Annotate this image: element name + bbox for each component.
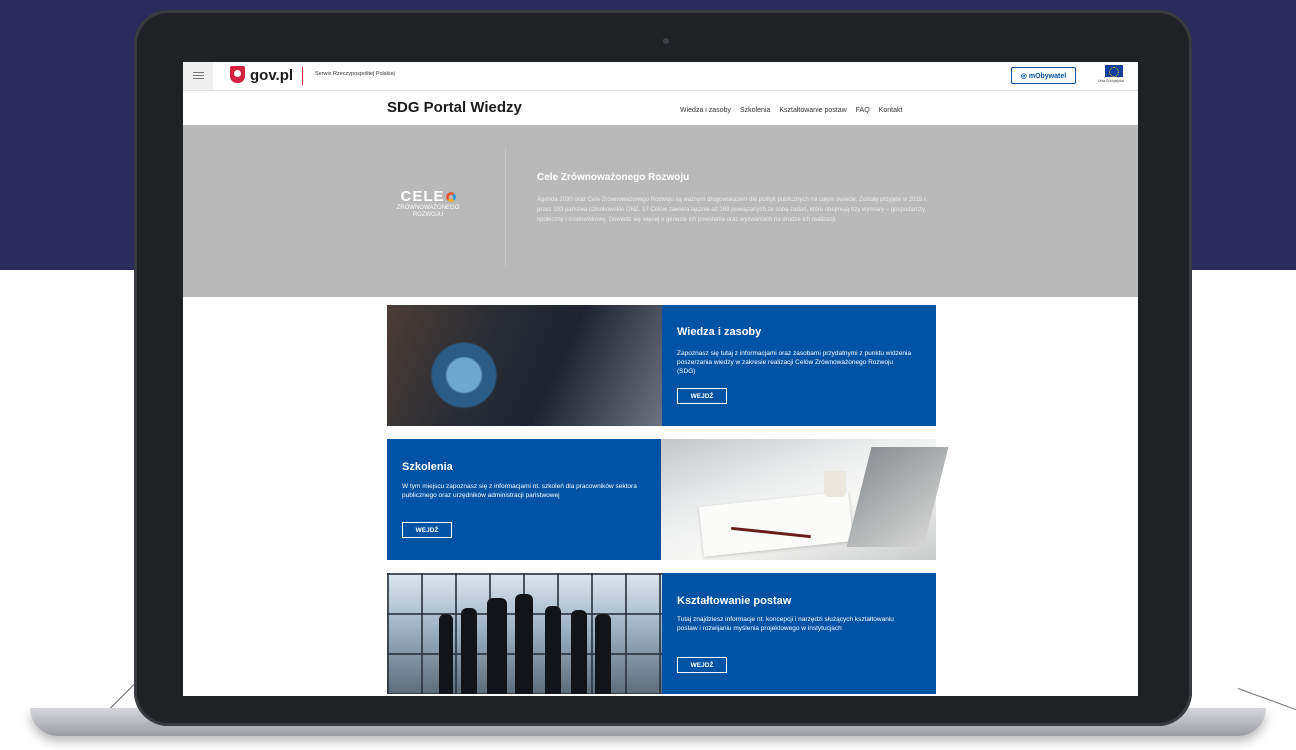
menu-button[interactable] (183, 62, 213, 90)
hero-title: Cele Zrównoważonego Rozwoju (537, 172, 690, 183)
sdg-logo-sub-1: ZRÓWNOWAŻONEGO (396, 205, 460, 211)
nav-faq[interactable]: FAQ (856, 107, 870, 114)
silhouette (461, 608, 477, 694)
polish-eagle-emblem-icon (230, 66, 245, 83)
eu-flag-icon (1105, 65, 1123, 77)
silhouette (571, 610, 587, 694)
card-text: W tym miejscu zapoznasz się z informacja… (402, 483, 637, 499)
card-wiedza-i-zasoby: Wiedza i zasoby Zapoznasz się tutaj z in… (387, 305, 936, 426)
laptop-screen: gov.pl Serwis Rzeczypospolitej Polskiej … (183, 62, 1138, 696)
sdg-wheel-icon (445, 192, 456, 202)
nav-wiedza-i-zasoby[interactable]: Wiedza i zasoby (680, 107, 731, 114)
silhouette (545, 606, 561, 694)
sdg-logo-word: CELE (400, 188, 445, 205)
main-nav: Wiedza i zasoby Szkolenia Kształtowanie … (680, 107, 902, 114)
card-enter-button[interactable]: WEJDŹ (677, 657, 727, 673)
card-image-team (387, 573, 662, 694)
hero-text: Agenda 2030 oraz Cele Zrównoważonego Roz… (537, 197, 928, 223)
silhouette (487, 598, 507, 694)
portal-header: SDG Portal Wiedzy Wiedza i zasoby Szkole… (183, 91, 1138, 125)
gov-tagline: Serwis Rzeczypospolitej Polskiej (315, 71, 395, 77)
decorative-line-right (1237, 688, 1296, 711)
mobywatel-icon: ◎ (1020, 73, 1029, 80)
laptop-shape (846, 447, 949, 547)
card-image-globe (387, 305, 662, 426)
eu-label: Unia Europejska (1098, 79, 1124, 83)
card-title: Wiedza i zasoby (677, 326, 762, 338)
gov-pl-logo[interactable]: gov.pl (250, 67, 293, 84)
card-enter-button[interactable]: WEJDŹ (677, 388, 727, 404)
card-text: Zapoznasz się tutaj z informacjami oraz … (677, 350, 912, 375)
hamburger-line (193, 75, 204, 76)
hamburger-line (193, 78, 204, 79)
silhouette (439, 614, 453, 694)
card-szkolenia: Szkolenia W tym miejscu zapoznasz się z … (387, 439, 949, 560)
portal-title[interactable]: SDG Portal Wiedzy (387, 99, 522, 116)
nav-szkolenia[interactable]: Szkolenia (740, 107, 770, 114)
hamburger-line (193, 72, 204, 73)
mobywatel-label: mObywatel (1028, 73, 1067, 80)
sdg-logo-sub-2: ROZWOJU (412, 212, 444, 218)
card-title: Kształtowanie postaw (677, 595, 792, 607)
nav-ksztaltowanie-postaw[interactable]: Kształtowanie postaw (779, 107, 846, 114)
card-title: Szkolenia (402, 461, 453, 473)
paper-shape (698, 491, 854, 557)
nav-kontakt[interactable]: Kontakt (879, 107, 903, 114)
card-enter-button[interactable]: WEJDŹ (402, 522, 452, 538)
silhouette (515, 594, 533, 694)
mobywatel-button[interactable]: ◎ mObywatel (1011, 67, 1076, 84)
logo-separator (302, 67, 303, 85)
card-text: Tutaj znajdziesz informacje nt. koncepcj… (677, 616, 894, 632)
silhouette (595, 614, 611, 694)
hero-banner: CELE ZRÓWNOWAŻONEGO ROZWOJU Cele Zrównow… (183, 125, 1138, 297)
gov-top-bar: gov.pl Serwis Rzeczypospolitej Polskiej … (183, 62, 1138, 91)
card-image-desk (661, 439, 949, 560)
sdg-logo-main: CELE (383, 188, 473, 205)
sdg-logo: CELE ZRÓWNOWAŻONEGO ROZWOJU (383, 188, 473, 228)
mug-shape (824, 471, 846, 497)
camera-icon (663, 38, 669, 44)
hero-divider (505, 147, 506, 267)
card-ksztaltowanie-postaw: Kształtowanie postaw Tutaj znajdziesz in… (387, 573, 936, 694)
